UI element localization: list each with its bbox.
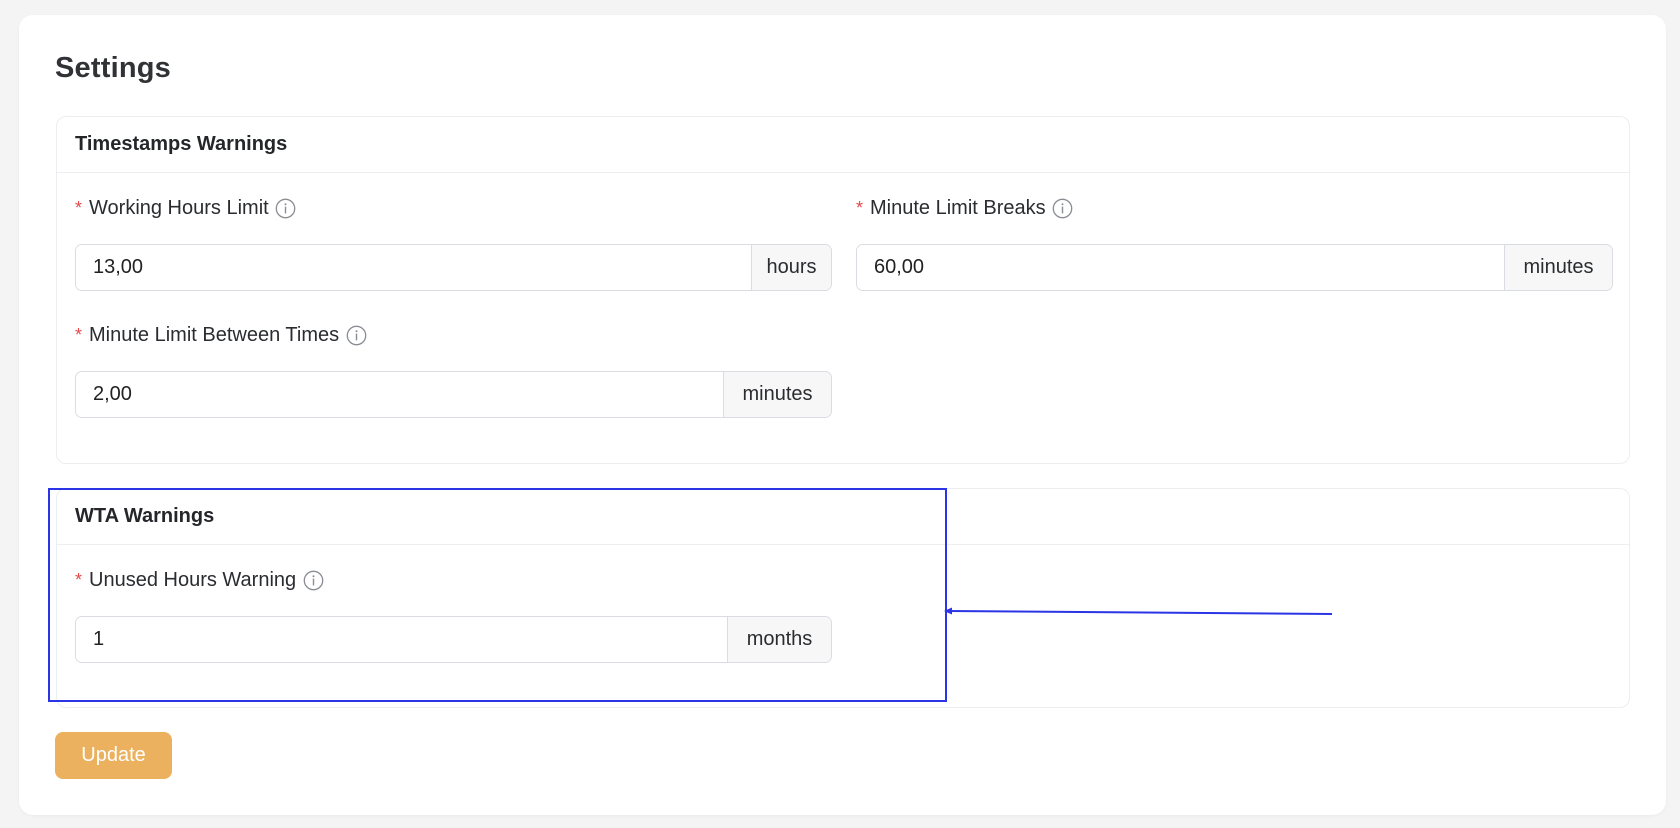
update-button[interactable]: Update (55, 732, 172, 779)
section-header: Timestamps Warnings (57, 117, 1629, 173)
timestamps-warnings-section: Timestamps Warnings * Working Hours Limi… (56, 116, 1630, 464)
field-label: Working Hours Limit (89, 196, 269, 219)
unused-hours-warning-field: * Unused Hours Warning 1 months (75, 566, 832, 663)
minute-limit-between-times-input[interactable]: 2,00 (76, 372, 723, 417)
section-title: WTA Warnings (75, 505, 215, 527)
wta-warnings-section: WTA Warnings * Unused Hours Warning 1 mo… (56, 488, 1630, 708)
page-title: Settings (55, 52, 171, 84)
minute-limit-breaks-field: * Minute Limit Breaks 60,00 minutes (856, 194, 1613, 291)
unit-addon: minutes (723, 372, 831, 417)
required-marker: * (856, 197, 864, 218)
field-label: Minute Limit Breaks (870, 196, 1046, 219)
info-circle-icon[interactable] (302, 569, 324, 591)
section-title: Timestamps Warnings (75, 133, 288, 155)
info-circle-icon[interactable] (1052, 197, 1074, 219)
unused-hours-warning-input-group: 1 months (75, 616, 832, 663)
minute-limit-breaks-input-group: 60,00 minutes (856, 244, 1613, 291)
minute-limit-breaks-input[interactable]: 60,00 (857, 245, 1504, 290)
field-label: Unused Hours Warning (89, 568, 297, 591)
unit-addon: months (727, 617, 831, 662)
unit-addon: minutes (1504, 245, 1612, 290)
required-marker: * (75, 569, 83, 590)
field-label: Minute Limit Between Times (89, 323, 340, 346)
section-header: WTA Warnings (57, 489, 1629, 545)
info-circle-icon[interactable] (345, 324, 367, 346)
minute-limit-between-times-input-group: 2,00 minutes (75, 371, 832, 418)
unused-hours-warning-input[interactable]: 1 (76, 617, 727, 662)
info-circle-icon[interactable] (275, 197, 297, 219)
required-marker: * (75, 197, 83, 218)
working-hours-limit-input-group: 13,00 hours (75, 244, 832, 291)
working-hours-limit-field: * Working Hours Limit 13,00 hours (75, 194, 832, 291)
working-hours-limit-input[interactable]: 13,00 (76, 245, 751, 290)
unit-addon: hours (751, 245, 831, 290)
required-marker: * (75, 324, 83, 345)
minute-limit-between-times-field: * Minute Limit Between Times 2,00 minute… (75, 321, 832, 418)
